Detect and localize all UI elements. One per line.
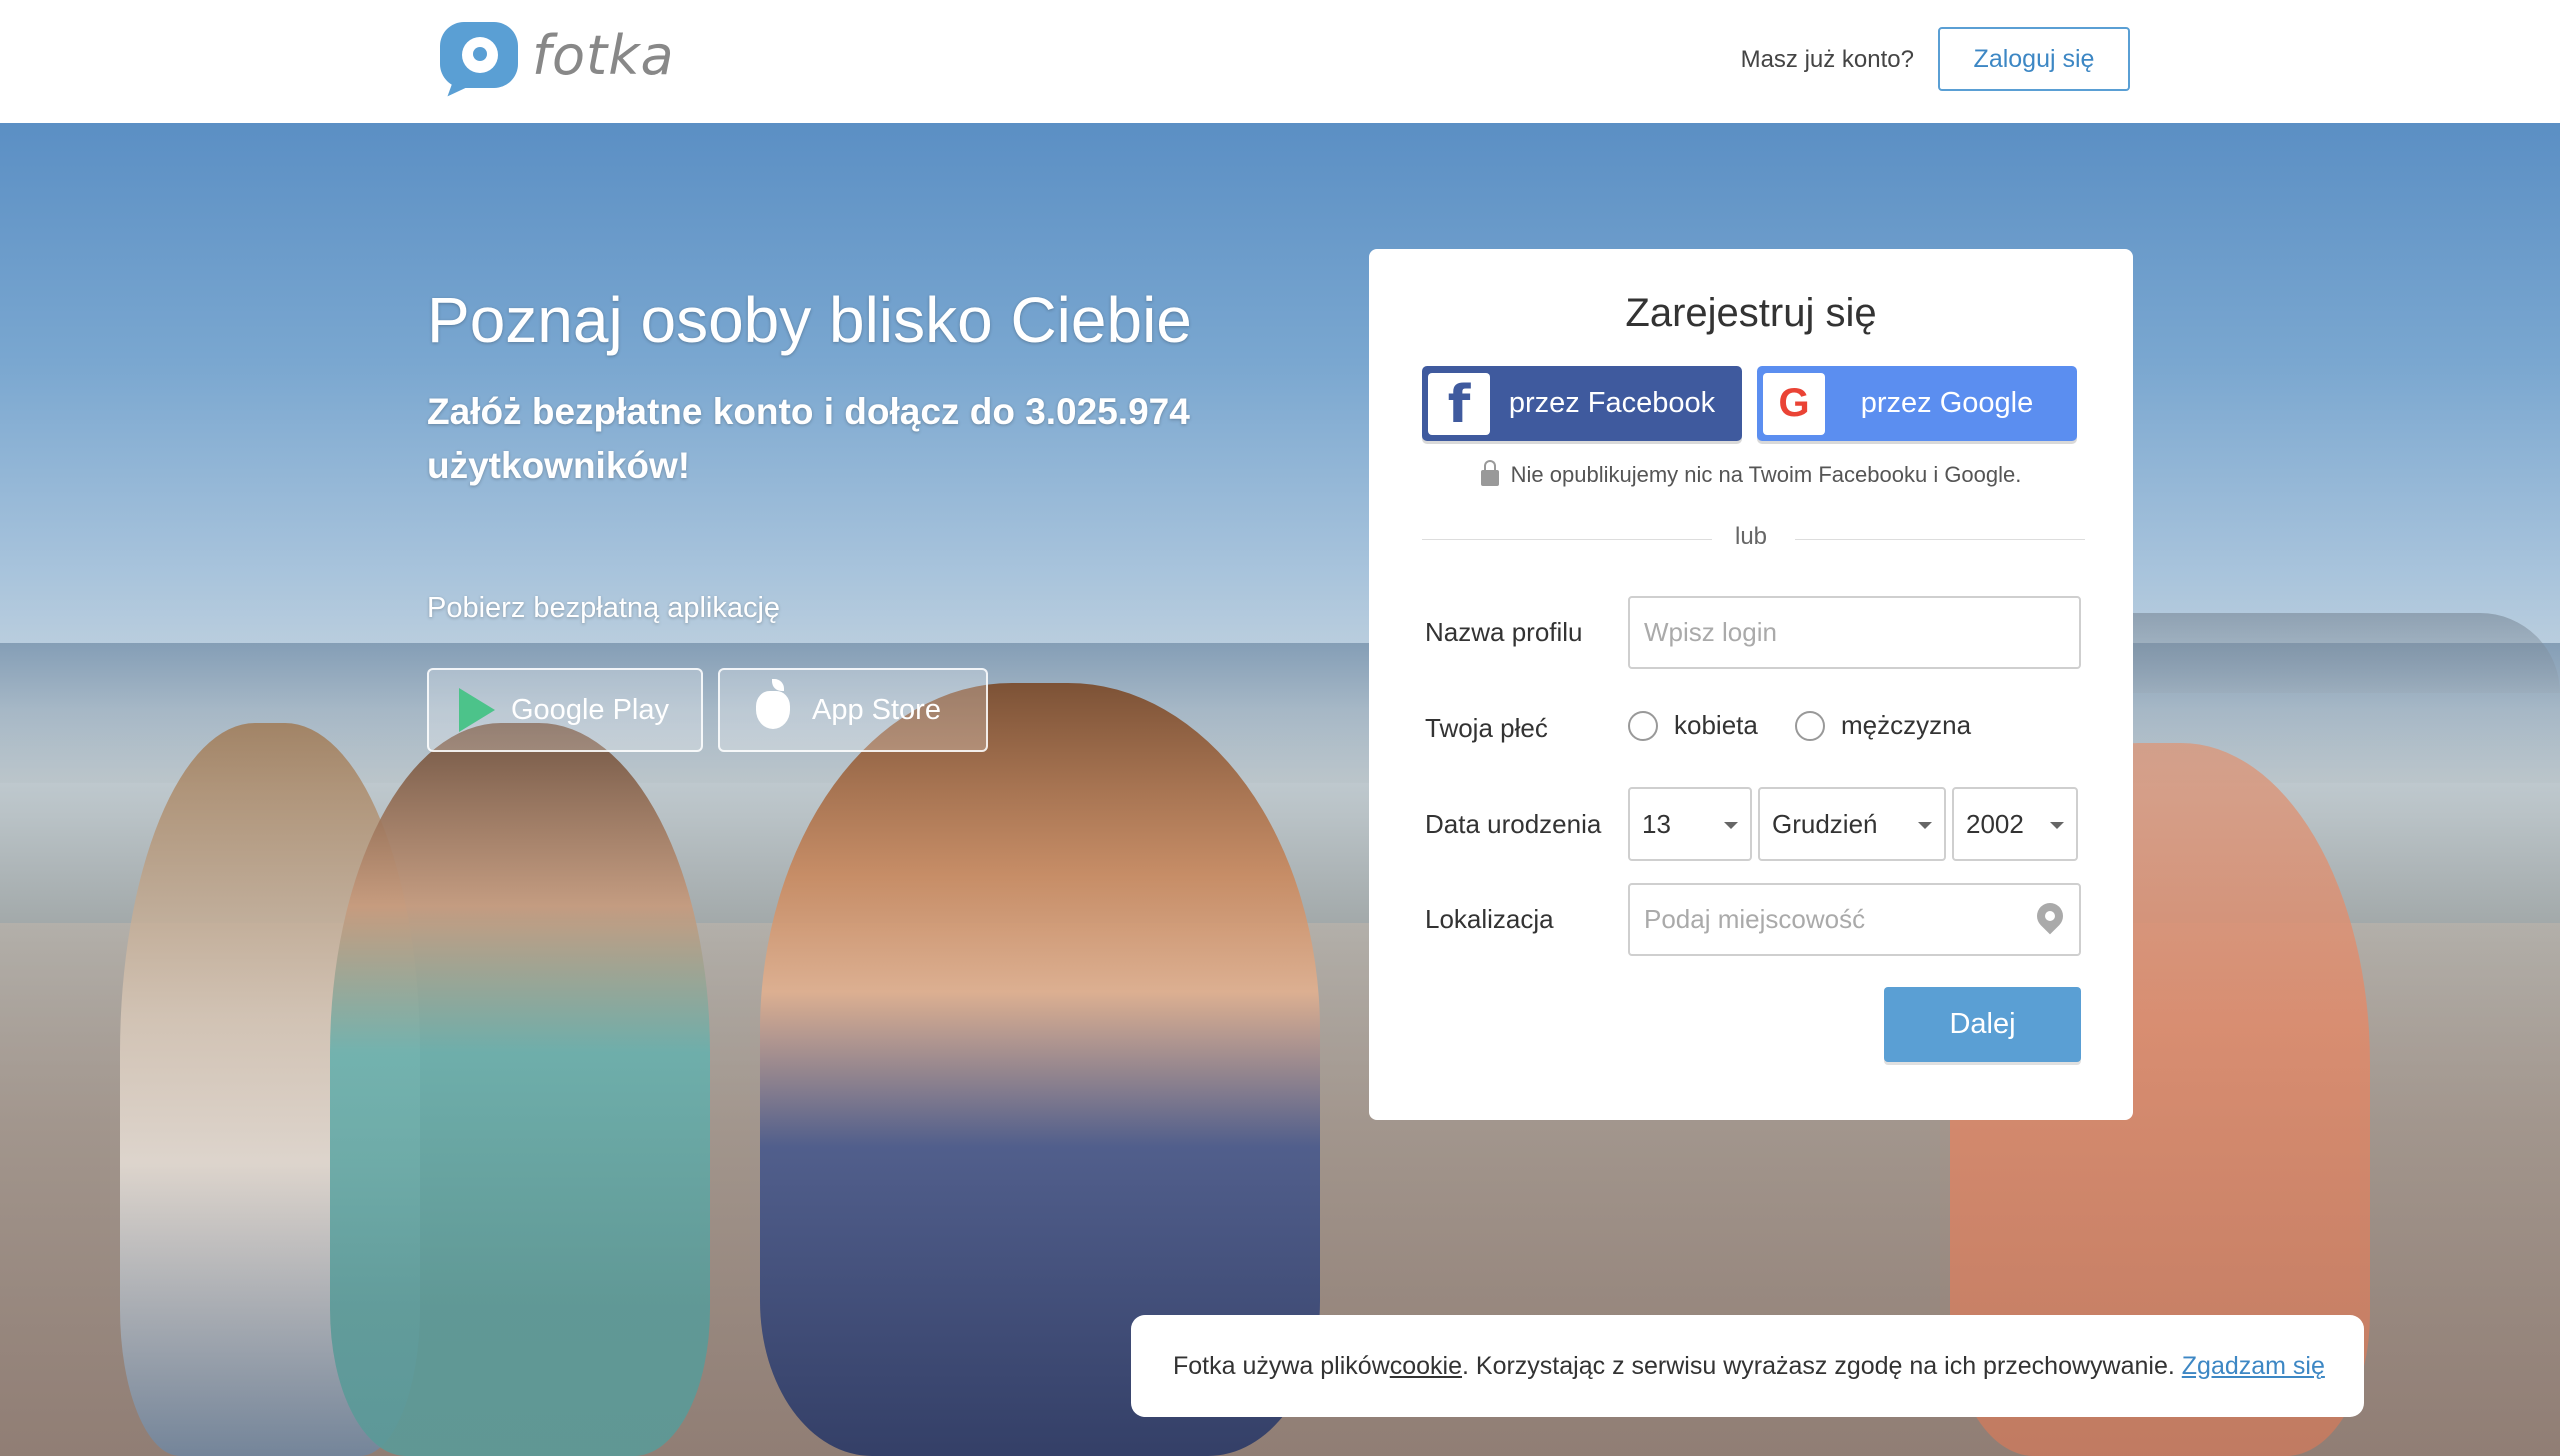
google-button-label: przez Google: [1860, 387, 2034, 419]
background-photo-person: [330, 723, 710, 1456]
location-label: Lokalizacja: [1425, 904, 1554, 934]
hero-section: Poznaj osoby blisko Ciebie Załóż bezpłat…: [0, 123, 2560, 1456]
cookie-text-after: . Korzystając z serwisu wyrażasz zgodę n…: [1462, 1351, 2182, 1380]
birth-month-value: Grudzień: [1772, 808, 1878, 839]
facebook-register-button[interactable]: f przez Facebook: [1422, 366, 1742, 441]
facebook-icon: f: [1428, 372, 1490, 435]
google-play-icon: [459, 688, 495, 732]
gender-label: Twoja płeć: [1425, 713, 1548, 743]
top-header: fotka Masz już konto? Zaloguj się: [0, 0, 2560, 123]
logo[interactable]: fotka: [440, 22, 675, 88]
facebook-button-label: przez Facebook: [1508, 387, 1716, 419]
profile-name-label: Nazwa profilu: [1425, 617, 1583, 647]
registration-card: Zarejestruj się f przez Facebook G przez…: [1369, 249, 2133, 1120]
privacy-note: Nie opublikujemy nic na Twoim Facebooku …: [1369, 460, 2133, 488]
birth-year-value: 2002: [1966, 808, 2024, 839]
app-store-button[interactable]: App Store: [718, 668, 988, 752]
gender-male-label[interactable]: mężczyzna: [1841, 710, 1971, 741]
cookie-agree-link[interactable]: Zgadzam się: [2182, 1352, 2325, 1381]
cookie-policy-link[interactable]: cookie: [1390, 1352, 1462, 1381]
logo-text: fotka: [532, 23, 675, 87]
google-play-button[interactable]: Google Play: [427, 668, 703, 752]
gender-female-label[interactable]: kobieta: [1674, 710, 1758, 741]
apple-icon: [756, 679, 790, 729]
birth-day-value: 13: [1642, 808, 1671, 839]
birth-year-select[interactable]: 2002: [1952, 787, 2078, 861]
google-icon: G: [1763, 372, 1825, 435]
profile-name-input[interactable]: [1628, 596, 2081, 669]
google-play-label: Google Play: [511, 693, 669, 726]
caret-down-icon: [1724, 822, 1738, 829]
hero-subtitle: Załóż bezpłatne konto i dołącz do 3.025.…: [427, 391, 1190, 486]
cookie-text-before: Fotka używa plików: [1173, 1351, 1390, 1380]
lock-icon: [1480, 460, 1499, 486]
next-button[interactable]: Dalej: [1884, 987, 2081, 1062]
google-register-button[interactable]: G przez Google: [1757, 366, 2077, 441]
login-button[interactable]: Zaloguj się: [1938, 27, 2130, 91]
registration-title: Zarejestruj się: [1625, 291, 1877, 335]
caret-down-icon: [1918, 822, 1932, 829]
birth-day-select[interactable]: 13: [1628, 787, 1752, 861]
birth-month-select[interactable]: Grudzień: [1758, 787, 1946, 861]
gender-male-radio[interactable]: [1795, 711, 1825, 741]
gender-female-radio[interactable]: [1628, 711, 1658, 741]
app-download-label: Pobierz bezpłatną aplikację: [427, 592, 781, 624]
hero-title: Poznaj osoby blisko Ciebie: [427, 284, 1192, 356]
app-store-label: App Store: [812, 693, 941, 726]
or-separator: lub: [1734, 523, 1768, 550]
location-input[interactable]: [1628, 883, 2081, 956]
privacy-note-text: Nie opublikujemy nic na Twoim Facebooku …: [1510, 462, 2022, 487]
logo-icon: [440, 22, 518, 88]
birth-date-label: Data urodzenia: [1425, 809, 1602, 839]
cookie-banner: Fotka używa plików cookie . Korzystając …: [1131, 1315, 2364, 1417]
caret-down-icon: [2050, 822, 2064, 829]
have-account-text: Masz już konto?: [1740, 46, 1914, 73]
divider: [1795, 539, 2085, 540]
